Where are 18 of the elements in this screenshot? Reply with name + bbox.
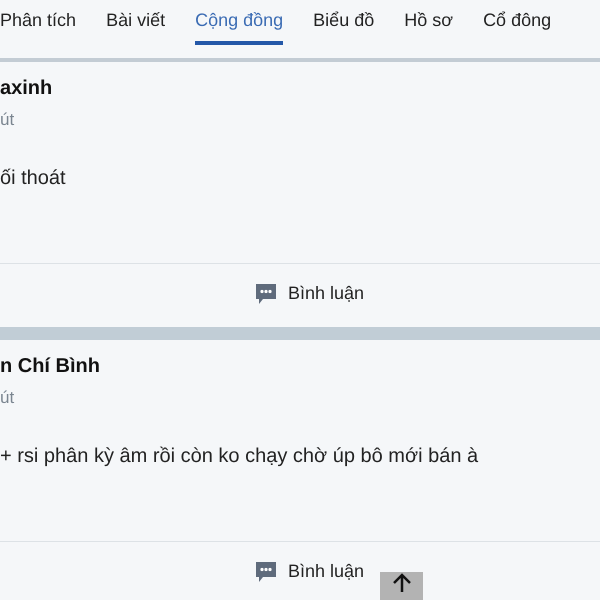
tab[interactable]: Phân tích [0,0,76,45]
author-name: axinh [0,77,54,100]
comment-button[interactable]: Bình luận [254,560,364,584]
arrow-up-icon [390,572,412,592]
tab[interactable]: Cộng đồng [195,0,284,45]
comment-icon [254,282,278,306]
post-text: + rsi phân kỳ âm rồi còn ko chạy chờ úp bô mới bán à [0,445,480,469]
tab[interactable]: Bài viết [106,0,166,45]
post-time: út [0,110,16,130]
author-name: n Chí Bình [0,355,101,378]
scroll-top-button[interactable] [380,572,423,600]
tab[interactable]: Biểu đồ [313,0,374,45]
tab[interactable]: Hồ sơ [404,0,454,45]
post-time: út [0,388,16,408]
post-text: ối thoát [0,167,67,191]
comment-icon [254,560,278,584]
comment-button[interactable]: Bình luận [254,282,364,306]
tab[interactable]: Cổ đông [483,0,552,45]
